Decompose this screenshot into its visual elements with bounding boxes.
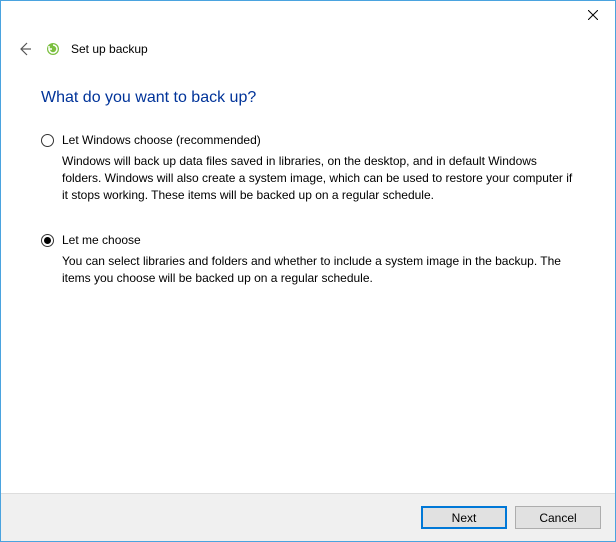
cancel-button[interactable]: Cancel bbox=[515, 506, 601, 529]
radio-let-me-choose[interactable] bbox=[41, 234, 54, 247]
option-label: Let me choose bbox=[62, 233, 141, 247]
footer: Next Cancel bbox=[1, 493, 615, 541]
option-let-me-choose[interactable]: Let me choose You can select libraries a… bbox=[41, 233, 575, 287]
option-head[interactable]: Let Windows choose (recommended) bbox=[41, 133, 575, 147]
option-description: Windows will back up data files saved in… bbox=[62, 153, 575, 203]
titlebar bbox=[1, 1, 615, 31]
option-let-windows-choose[interactable]: Let Windows choose (recommended) Windows… bbox=[41, 133, 575, 203]
close-button[interactable] bbox=[570, 1, 615, 29]
back-arrow-icon bbox=[17, 41, 33, 57]
header-row: Set up backup bbox=[1, 31, 615, 59]
option-label: Let Windows choose (recommended) bbox=[62, 133, 261, 147]
backup-wizard-icon bbox=[45, 41, 61, 57]
back-button[interactable] bbox=[15, 39, 35, 59]
next-button[interactable]: Next bbox=[421, 506, 507, 529]
radio-let-windows-choose[interactable] bbox=[41, 134, 54, 147]
content-area: What do you want to back up? Let Windows… bbox=[1, 59, 615, 287]
option-description: You can select libraries and folders and… bbox=[62, 253, 575, 287]
page-heading: What do you want to back up? bbox=[41, 89, 575, 107]
close-icon bbox=[588, 10, 598, 20]
window-title: Set up backup bbox=[71, 42, 148, 56]
option-head[interactable]: Let me choose bbox=[41, 233, 575, 247]
